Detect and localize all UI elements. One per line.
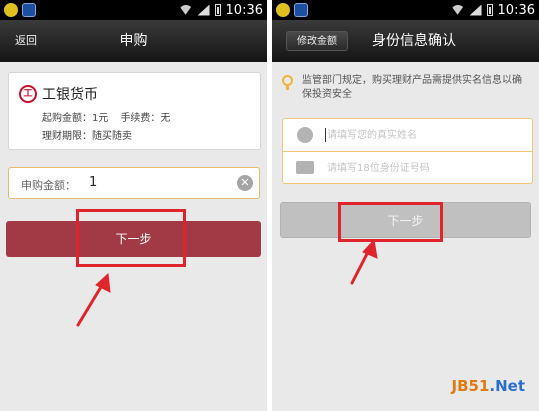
amount-label: 申购金额：	[21, 179, 76, 192]
purchase-screen: 10:36 返回 申购 工 工银货币 起购金额：1元 手续费：无 理财期限：随买随…	[0, 0, 267, 411]
bank-notification-icon	[22, 3, 36, 17]
notice-text: 监管部门规定，购买理财产品需提供实名信息以确保投资安全	[302, 75, 522, 100]
page-title: 身份信息确认	[372, 33, 456, 49]
bank-notification-icon	[294, 3, 308, 17]
title-bar: 修改金额 身份信息确认	[272, 20, 539, 62]
id-row	[283, 152, 532, 184]
signal-icon	[469, 4, 482, 16]
app-notification-icon	[276, 3, 290, 17]
status-clock: 10:36	[225, 2, 263, 18]
bulb-icon	[282, 75, 293, 90]
text-cursor	[325, 128, 326, 142]
name-input[interactable]	[327, 125, 517, 145]
id-number-input[interactable]	[327, 158, 517, 178]
page-title: 申购	[119, 33, 148, 49]
user-icon	[297, 127, 313, 143]
battery-icon	[214, 4, 221, 16]
battery-icon	[486, 4, 493, 16]
highlight-box	[76, 209, 186, 267]
notification-icons	[4, 3, 36, 17]
watermark: JB51.Net	[452, 377, 526, 395]
product-name: 工银货币	[42, 87, 98, 103]
amount-input[interactable]: 1	[89, 175, 97, 190]
status-icons: 10:36	[451, 2, 535, 18]
id-card-icon	[296, 161, 314, 174]
amount-field[interactable]: 申购金额： 1 ✕	[8, 167, 260, 199]
identity-form	[282, 118, 533, 184]
title-bar: 返回 申购	[0, 20, 267, 62]
modify-amount-button[interactable]: 修改金额	[286, 31, 348, 51]
status-bar: 10:36	[0, 0, 267, 20]
wifi-icon	[179, 5, 193, 15]
wifi-icon	[451, 5, 465, 15]
status-bar: 10:36	[272, 0, 539, 20]
watermark-tld: .Net	[489, 377, 525, 395]
status-icons: 10:36	[179, 2, 263, 18]
icbc-logo-icon: 工	[19, 85, 37, 103]
status-clock: 10:36	[497, 2, 535, 18]
fee: 手续费：无	[120, 113, 171, 124]
min-purchase: 起购金额：1元	[42, 113, 109, 124]
name-row	[283, 119, 532, 152]
product-term: 理财期限：随买随卖	[42, 131, 132, 142]
app-notification-icon	[4, 3, 18, 17]
product-terms: 起购金额：1元 手续费：无	[42, 109, 170, 124]
notification-icons	[276, 3, 308, 17]
clear-icon[interactable]: ✕	[237, 175, 253, 191]
signal-icon	[197, 4, 210, 16]
watermark-brand: JB51	[451, 377, 490, 395]
highlight-box	[338, 202, 443, 242]
product-card: 工 工银货币 起购金额：1元 手续费：无 理财期限：随买随卖	[8, 72, 261, 150]
